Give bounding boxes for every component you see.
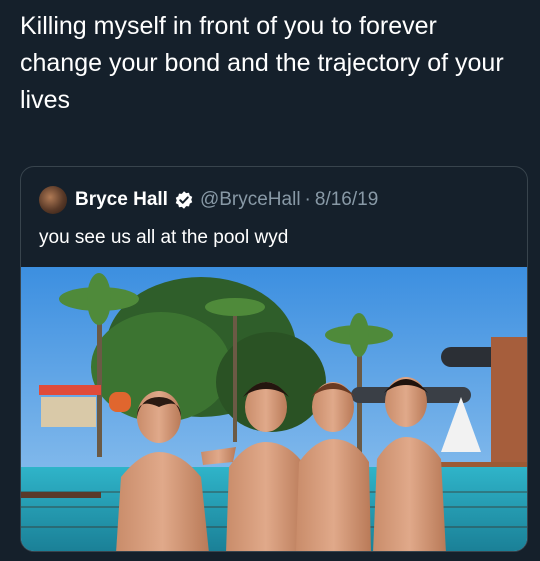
separator-dot: · — [304, 189, 311, 210]
user-handle[interactable]: @BryceHall — [200, 189, 301, 211]
quoted-tweet-text: you see us all at the pool wyd — [39, 227, 289, 248]
verified-badge-icon — [175, 191, 193, 209]
avatar[interactable] — [39, 186, 67, 214]
display-name[interactable]: Bryce Hall — [75, 189, 168, 211]
quoted-tweet-header: Bryce Hall @BryceHall · 8/16/19 — [39, 185, 378, 215]
quoted-tweet-photo[interactable] — [21, 267, 528, 552]
tweet-text: Killing myself in front of you to foreve… — [20, 12, 504, 114]
tweet-date[interactable]: 8/16/19 — [315, 189, 378, 211]
quoted-tweet-card[interactable]: Bryce Hall @BryceHall · 8/16/19 you see … — [20, 166, 528, 552]
